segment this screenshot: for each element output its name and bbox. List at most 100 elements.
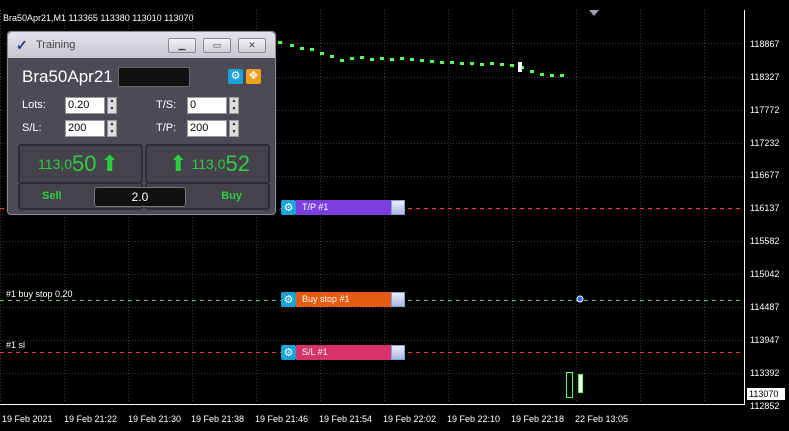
sl-label: S/L: (22, 122, 42, 134)
chart-symbol-header: Bra50Apr21,M1 113365 113380 113010 11307… (3, 13, 194, 23)
tp-drag-handle[interactable] (391, 200, 405, 215)
ts-stepper[interactable]: ▲ ▼ (229, 97, 239, 114)
buy-stop-drag-handle[interactable] (391, 292, 405, 307)
buy-stop-order-label: Buy stop #1 (296, 292, 391, 307)
time-axis-label: 19 Feb 22:18 (511, 414, 565, 424)
price-dot (390, 58, 394, 61)
price-axis-label: 113947 (750, 335, 780, 345)
gear-icon[interactable]: ⚙ (281, 345, 296, 360)
time-axis-label: 19 Feb 22:10 (447, 414, 501, 424)
price-axis-label: 118327 (750, 72, 780, 82)
time-axis-label: 19 Feb 21:54 (319, 414, 373, 424)
price-axis-label: 116677 (750, 170, 780, 180)
sl-order-label: S/L #1 (296, 345, 391, 360)
current-price-tag: 113070 (747, 388, 785, 400)
candle-body (518, 62, 522, 72)
buy-stop-line-label: #1 buy stop 0.20 (6, 289, 73, 299)
tp-input[interactable]: 200 (187, 120, 227, 137)
price-axis-label: 113392 (750, 368, 780, 378)
volume-display[interactable]: 2.0 (94, 187, 186, 207)
price-dot (310, 48, 314, 51)
price-dot (430, 60, 434, 63)
candles (566, 295, 584, 398)
sell-price-prefix: 113,0 (38, 156, 73, 172)
tp-label: T/P: (156, 122, 177, 134)
price-axis-label: 118867 (750, 39, 780, 49)
price-dot (510, 64, 514, 67)
price-dot (290, 44, 294, 47)
price-dot (560, 74, 564, 77)
price-axis-label: 117772 (750, 105, 780, 115)
chevron-up-icon[interactable]: ▲ (230, 121, 238, 129)
price-dot (480, 63, 484, 66)
price-dot (440, 61, 444, 64)
price-dot (370, 58, 374, 61)
price-dot (360, 56, 364, 59)
tp-stepper[interactable]: ▲ ▼ (229, 120, 239, 137)
sl-drag-handle[interactable] (391, 345, 405, 360)
price-dot (410, 58, 414, 61)
candle (566, 372, 573, 398)
sell-price-digits: 50 (72, 151, 97, 176)
price-dot (420, 59, 424, 62)
chevron-down-icon[interactable]: ▼ (108, 106, 116, 114)
price-axis-label: 115582 (750, 236, 780, 246)
price-dot (350, 57, 354, 60)
price-dot (340, 59, 344, 62)
restore-button[interactable]: ▭ (203, 38, 231, 53)
close-button[interactable]: ✕ (238, 38, 266, 53)
lots-label: Lots: (22, 99, 46, 111)
price-dot (300, 47, 304, 50)
settings-gear-icon[interactable]: ⚙ (228, 69, 243, 84)
time-axis-label: 19 Feb 22:02 (383, 414, 437, 424)
time-axis-label: 19 Feb 21:38 (191, 414, 245, 424)
price-dot (460, 62, 464, 65)
time-axis-label: 19 Feb 21:30 (128, 414, 182, 424)
lots-input[interactable]: 0.20 (65, 97, 105, 114)
chevron-up-icon[interactable]: ▲ (108, 98, 116, 106)
ts-input[interactable]: 0 (187, 97, 227, 114)
gear-icon[interactable]: ⚙ (281, 292, 296, 307)
up-arrow-icon: ⬆ (169, 151, 188, 176)
time-axis-label: 19 Feb 21:22 (64, 414, 118, 424)
tp-order-label: T/P #1 (296, 200, 391, 215)
sl-input[interactable]: 200 (65, 120, 105, 137)
price-dot (278, 41, 282, 44)
pending-order-marker (576, 295, 584, 303)
minimize-button[interactable]: ▁ (168, 38, 196, 53)
price-dot (320, 52, 324, 55)
sl-order-tag[interactable]: ⚙ S/L #1 (281, 345, 405, 360)
checkmark-icon: ✓ (16, 36, 28, 53)
lots-stepper[interactable]: ▲ ▼ (107, 97, 117, 114)
ts-label: T/S: (156, 99, 177, 111)
price-axis-label: 116137 (750, 203, 780, 213)
sl-stepper[interactable]: ▲ ▼ (107, 120, 117, 137)
chevron-down-icon[interactable]: ▼ (108, 129, 116, 137)
buy-button[interactable]: ⬆ 113,0 52 (145, 144, 270, 184)
buy-stop-order-tag[interactable]: ⚙ Buy stop #1 (281, 292, 405, 307)
symbol-display-box (118, 67, 190, 87)
panel-titlebar[interactable]: ✓ Training (8, 32, 275, 58)
gear-icon[interactable]: ⚙ (281, 200, 296, 215)
chevron-down-icon[interactable]: ▼ (230, 106, 238, 114)
price-dot (500, 63, 504, 66)
price-axis-label: 114487 (750, 302, 780, 312)
price-dot (470, 62, 474, 65)
plugin-icon[interactable]: ✥ (246, 69, 261, 84)
price-dot (550, 74, 554, 77)
sell-button[interactable]: 113,0 50 ⬆ (18, 144, 143, 184)
price-dot (530, 70, 534, 73)
price-dot (330, 55, 334, 58)
price-axis-label: 112852 (750, 401, 780, 411)
chevron-up-icon[interactable]: ▲ (230, 98, 238, 106)
tp-order-tag[interactable]: ⚙ T/P #1 (281, 200, 405, 215)
chevron-up-icon[interactable]: ▲ (108, 121, 116, 129)
up-arrow-icon: ⬆ (100, 151, 119, 176)
time-axis-label: 19 Feb 21:46 (255, 414, 309, 424)
chevron-down-icon[interactable]: ▼ (230, 129, 238, 137)
training-panel: ✓ Training ▁ ▭ ✕ Bra50Apr21 ⚙ ✥ Lots: 0.… (7, 31, 276, 215)
price-dot (450, 61, 454, 64)
price-dot (380, 57, 384, 60)
candle (578, 374, 583, 393)
panel-title: Training (36, 39, 76, 51)
